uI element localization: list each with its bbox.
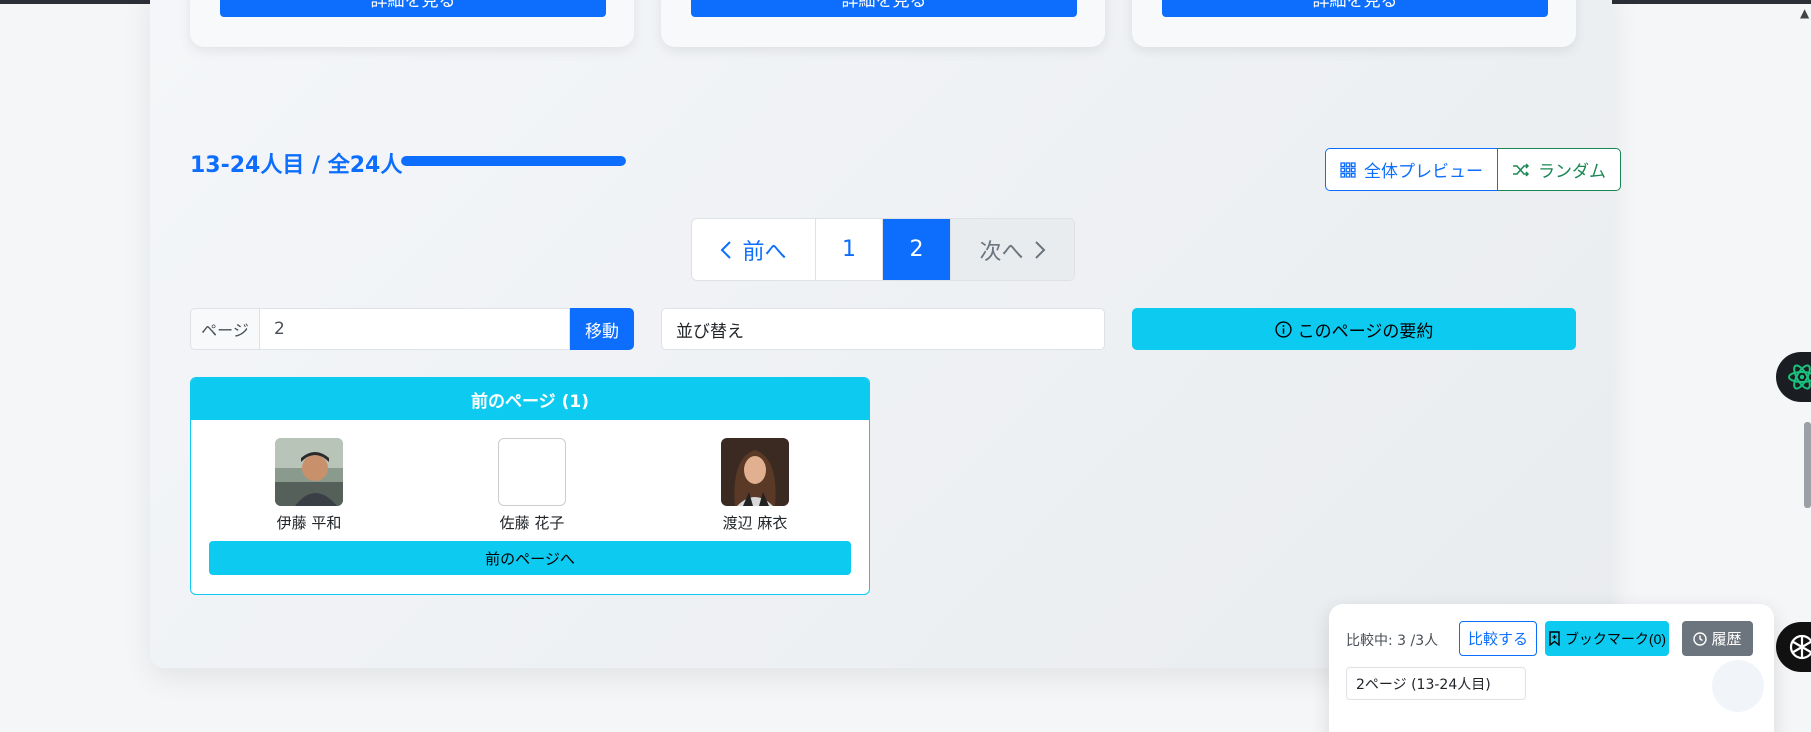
pagination-prev-label: 前へ — [742, 239, 787, 265]
info-circle-icon — [1275, 320, 1292, 338]
previous-page-card: 前のページ (1) 伊藤 平和 佐藤 花子 渡辺 麻衣 前のページへ — [190, 377, 870, 595]
compare-button[interactable]: 比較する — [1459, 621, 1537, 656]
pagination-page-1[interactable]: 1 — [816, 219, 883, 280]
full-preview-button[interactable]: 全体プレビュー — [1325, 148, 1498, 191]
progress-fill — [401, 156, 626, 166]
floating-action-button[interactable] — [1712, 660, 1764, 712]
scrollbar[interactable] — [1804, 422, 1811, 508]
pagination-page-2[interactable]: 2 — [883, 219, 951, 280]
bookmark-label: ブックマーク(0) — [1564, 630, 1667, 647]
profile-card: 詳細を見る — [661, 0, 1105, 47]
bookmark-icon — [1549, 631, 1560, 646]
full-preview-label: 全体プレビュー — [1364, 162, 1483, 181]
pagination-next-label: 次へ — [979, 239, 1024, 265]
compare-panel: 比較中: 3 /3人 比較する ブックマーク(0) 履歴 2ページ (13-24… — [1329, 604, 1774, 732]
compare-status: 比較中: 3 /3人 — [1346, 633, 1439, 649]
history-label: 履歴 — [1711, 631, 1742, 648]
view-details-button[interactable]: 詳細を見る — [220, 0, 606, 17]
view-details-button[interactable]: 詳細を見る — [1162, 0, 1548, 17]
scroll-up-arrow-icon[interactable]: ▲ — [1800, 6, 1809, 20]
view-details-button[interactable]: 詳細を見る — [691, 0, 1077, 17]
sort-select[interactable]: 並び替え — [661, 308, 1105, 350]
side-chat-button[interactable] — [1776, 622, 1811, 672]
thumbnail-name: 佐藤 花子 — [499, 514, 565, 532]
random-button[interactable]: ランダム — [1498, 148, 1621, 191]
avatar — [721, 438, 789, 506]
thumbnail-item[interactable]: 伊藤 平和 — [239, 438, 379, 533]
atom-icon — [1788, 364, 1811, 390]
page-jump-label: ページ — [190, 308, 260, 350]
clock-icon — [1693, 631, 1708, 646]
avatar — [275, 438, 343, 506]
pagination: 前へ 1 2 次へ — [691, 218, 1075, 281]
view-button-group: 全体プレビュー ランダム — [1325, 148, 1621, 191]
chevron-right-icon — [1034, 240, 1045, 259]
thumbnail-name: 渡辺 麻衣 — [722, 514, 788, 532]
chevron-left-icon — [721, 240, 732, 259]
pagination-next[interactable]: 次へ — [951, 219, 1074, 280]
thumbnail-item[interactable]: 佐藤 花子 — [462, 438, 602, 533]
broken-image-icon — [498, 438, 566, 506]
profile-card: 詳細を見る — [1132, 0, 1576, 47]
previous-page-header: 前のページ (1) — [191, 378, 869, 420]
history-button[interactable]: 履歴 — [1682, 621, 1753, 656]
page-summary-label: このページの要約 — [1297, 321, 1434, 341]
results-count-title: 13-24人目 / 全24人 — [190, 153, 403, 178]
profile-card: 詳細を見る — [190, 0, 634, 47]
grid-icon — [1340, 161, 1356, 178]
shuffle-icon — [1513, 162, 1530, 177]
go-previous-page-button[interactable]: 前のページへ — [209, 541, 851, 575]
results-progress-bar — [401, 156, 626, 166]
page-jump-button[interactable]: 移動 — [570, 308, 634, 350]
openai-icon — [1789, 634, 1811, 660]
side-assistant-button[interactable] — [1776, 352, 1811, 402]
pagination-prev[interactable]: 前へ — [692, 219, 816, 280]
page-summary-button[interactable]: このページの要約 — [1132, 308, 1576, 350]
page-jump-group: ページ 移動 — [190, 308, 634, 350]
thumbnail-name: 伊藤 平和 — [276, 514, 342, 532]
thumbnail-item[interactable]: 渡辺 麻衣 — [685, 438, 825, 533]
current-page-info: 2ページ (13-24人目) — [1346, 667, 1526, 700]
previous-page-thumbnails: 伊藤 平和 佐藤 花子 渡辺 麻衣 — [191, 420, 869, 540]
bookmark-button[interactable]: ブックマーク(0) — [1545, 621, 1669, 656]
page-jump-input[interactable] — [260, 308, 570, 350]
random-label: ランダム — [1538, 162, 1606, 181]
